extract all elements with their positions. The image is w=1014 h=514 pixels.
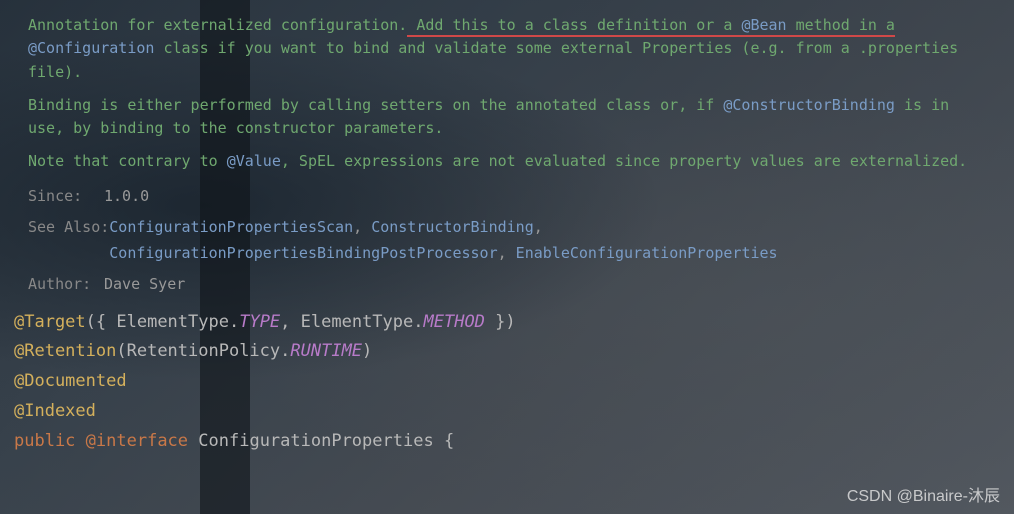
- code-line-indexed: @Indexed: [14, 397, 1000, 427]
- meta-see-also: See Also: ConfigurationPropertiesScan, C…: [28, 215, 986, 266]
- annotation-retention: @Retention: [14, 341, 116, 361]
- constant-runtime: RUNTIME: [290, 341, 362, 361]
- code-line-retention: @Retention(RetentionPolicy.RUNTIME): [14, 337, 1000, 367]
- annotation-indexed: @Indexed: [14, 401, 96, 421]
- meta-author: Author: Dave Syer: [28, 272, 986, 298]
- annotation-documented: @Documented: [14, 371, 127, 391]
- doc-text: Binding is either performed by calling s…: [28, 96, 723, 114]
- link-constructorbinding[interactable]: ConstructorBinding: [371, 218, 534, 236]
- class-name: ConfigurationProperties: [198, 431, 433, 451]
- keyword-public: public: [14, 431, 75, 451]
- doc-paragraph-3: Note that contrary to @Value, SpEL expre…: [28, 150, 986, 173]
- doc-code-configuration: @Configuration: [28, 39, 154, 57]
- watermark: CSDN @Binaire-沐辰: [847, 482, 1000, 506]
- meta-label-seealso: See Also:: [28, 215, 109, 266]
- editor-content: Annotation for externalized configuratio…: [0, 0, 1014, 456]
- keyword-interface: @interface: [86, 431, 188, 451]
- meta-since: Since: 1.0.0: [28, 184, 986, 210]
- doc-code-value: @Value: [227, 152, 281, 170]
- doc-text: , SpEL expressions are not evaluated sin…: [281, 152, 967, 170]
- doc-code-bean: @Bean: [741, 16, 786, 34]
- link-configurationpropertiesscan[interactable]: ConfigurationPropertiesScan: [109, 218, 353, 236]
- code-line-declaration: public @interface ConfigurationPropertie…: [14, 427, 1000, 457]
- annotation-target: @Target: [14, 312, 86, 332]
- meta-label-since: Since:: [28, 184, 104, 210]
- code-line-target: @Target({ ElementType.TYPE, ElementType.…: [14, 308, 1000, 338]
- meta-value-author: Dave Syer: [104, 272, 185, 298]
- code-line-documented: @Documented: [14, 367, 1000, 397]
- doc-underlined-text: Add this to a class definition or a @Bea…: [407, 16, 895, 37]
- link-configurationpropertiesbindingpostprocessor[interactable]: ConfigurationPropertiesBindingPostProces…: [109, 244, 497, 262]
- meta-value-since: 1.0.0: [104, 184, 149, 210]
- javadoc-block: Annotation for externalized configuratio…: [0, 0, 1014, 308]
- doc-text: class if you want to bind and validate s…: [28, 39, 958, 80]
- constant-type: TYPE: [239, 312, 280, 332]
- meta-label-author: Author:: [28, 272, 104, 298]
- doc-paragraph-1: Annotation for externalized configuratio…: [28, 14, 986, 84]
- doc-text: Annotation for externalized configuratio…: [28, 16, 407, 34]
- doc-link-constructorbinding[interactable]: @ConstructorBinding: [723, 96, 895, 114]
- source-code[interactable]: @Target({ ElementType.TYPE, ElementType.…: [0, 308, 1014, 457]
- link-enableconfigurationproperties[interactable]: EnableConfigurationProperties: [516, 244, 778, 262]
- doc-text: Note that contrary to: [28, 152, 227, 170]
- constant-method: METHOD: [424, 312, 485, 332]
- doc-paragraph-2: Binding is either performed by calling s…: [28, 94, 986, 141]
